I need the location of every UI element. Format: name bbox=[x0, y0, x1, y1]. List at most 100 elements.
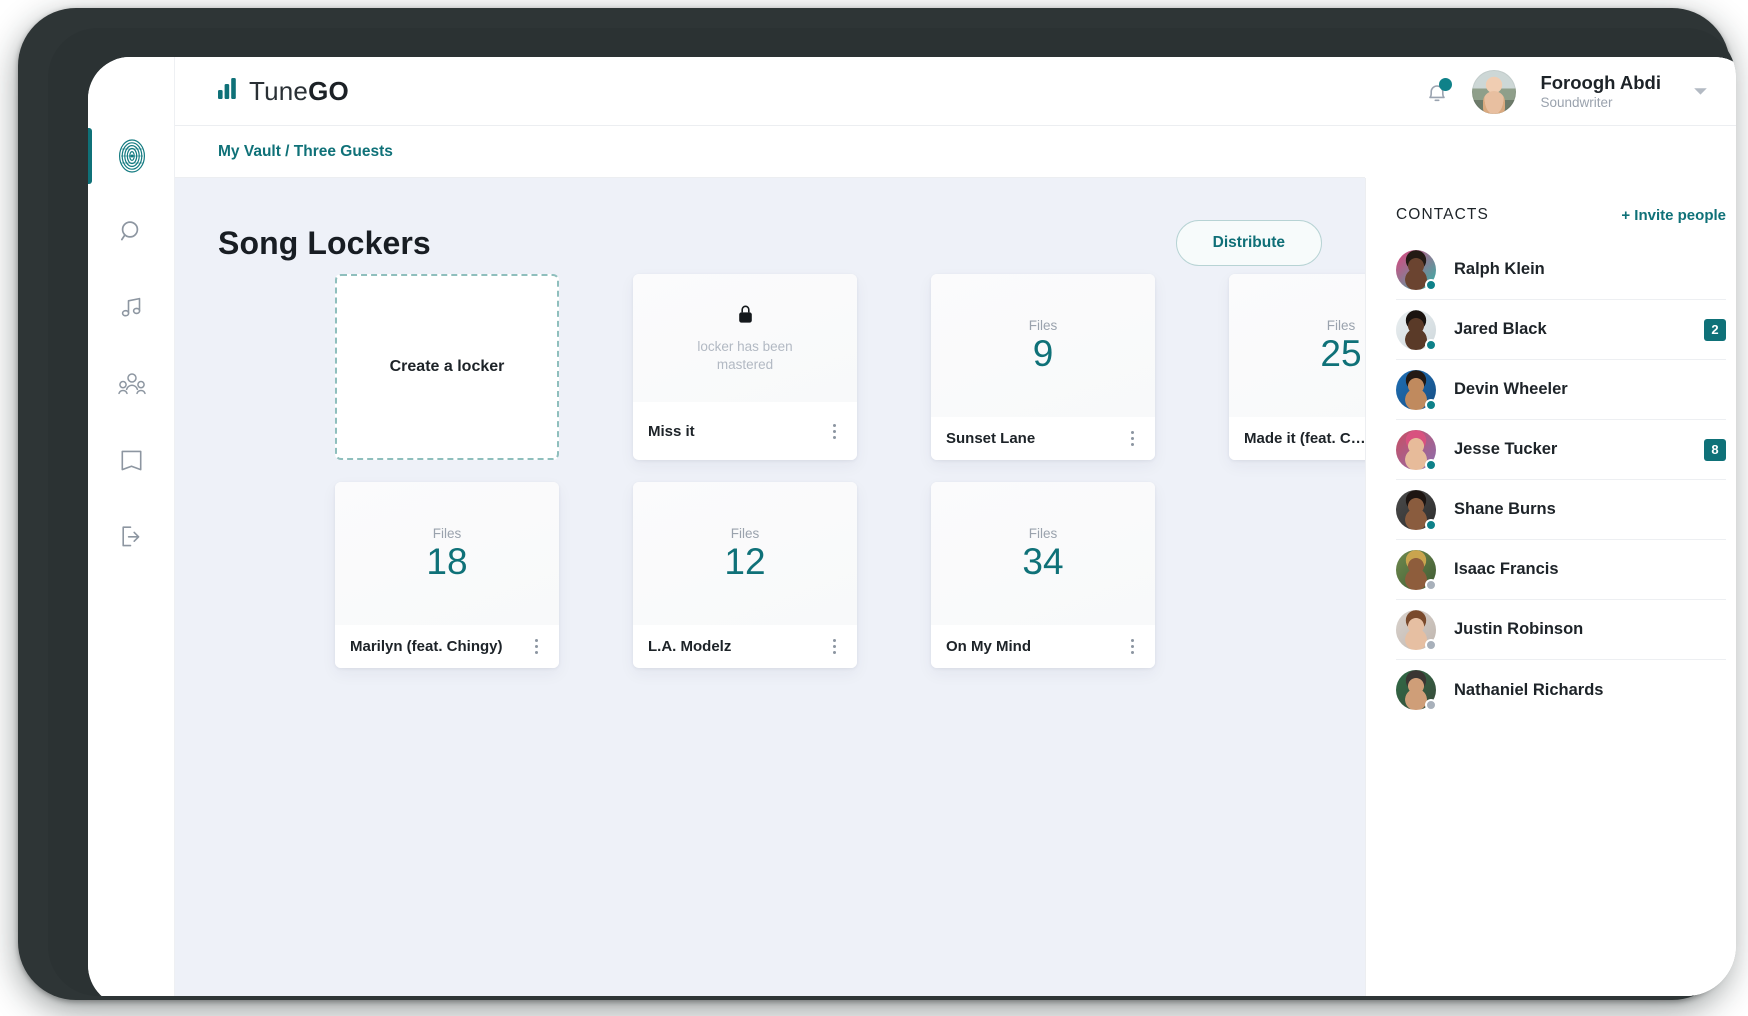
status-dot-online bbox=[1425, 279, 1437, 291]
locker-title: Miss it bbox=[648, 423, 695, 440]
app-screen: TuneGO Foroogh Abdi bbox=[88, 57, 1736, 996]
music-note-icon bbox=[119, 295, 145, 321]
contacts-list: Ralph KleinJared Black2Devin WheelerJess… bbox=[1396, 240, 1726, 720]
create-locker-card[interactable]: Create a locker bbox=[335, 274, 559, 460]
locker-menu-icon[interactable] bbox=[825, 420, 843, 442]
contact-row[interactable]: Isaac Francis bbox=[1396, 540, 1726, 600]
body-split: Song Lockers Distribute Create a locker bbox=[175, 178, 1736, 996]
brand-logo[interactable]: TuneGO bbox=[218, 76, 349, 107]
sidebar-active-indicator bbox=[88, 128, 92, 184]
create-locker-label: Create a locker bbox=[390, 358, 505, 376]
locker-menu-icon[interactable] bbox=[1123, 636, 1141, 658]
locker-card[interactable]: Files 34 On My Mind bbox=[931, 482, 1155, 668]
invite-people-link[interactable]: + Invite people bbox=[1621, 207, 1726, 224]
brand-name: TuneGO bbox=[249, 76, 349, 107]
avatar bbox=[1396, 250, 1436, 290]
files-count: 34 bbox=[1022, 543, 1063, 582]
user-info[interactable]: Foroogh Abdi Soundwriter bbox=[1540, 72, 1661, 111]
distribute-button[interactable]: Distribute bbox=[1176, 220, 1322, 266]
contact-name: Jesse Tucker bbox=[1454, 440, 1704, 459]
book-icon bbox=[119, 448, 144, 473]
locker-card-footer: On My Mind bbox=[931, 625, 1155, 668]
avatar bbox=[1396, 550, 1436, 590]
breadcrumb-bar: My Vault / Three Guests bbox=[175, 126, 1365, 178]
contact-name: Justin Robinson bbox=[1454, 620, 1726, 639]
locker-menu-icon[interactable] bbox=[1123, 428, 1141, 450]
avatar bbox=[1396, 370, 1436, 410]
avatar bbox=[1396, 430, 1436, 470]
locker-card-body: Files 12 bbox=[633, 482, 857, 625]
locker-status-text: locker has been mastered bbox=[680, 338, 810, 374]
notification-badge-dot bbox=[1439, 78, 1452, 91]
brand-name-light: Tune bbox=[249, 76, 308, 106]
fingerprint-icon bbox=[118, 139, 146, 173]
locker-title: On My Mind bbox=[946, 638, 1031, 655]
locker-card[interactable]: locker has been mastered Miss it bbox=[633, 274, 857, 460]
locker-menu-icon[interactable] bbox=[825, 636, 843, 658]
locker-card-body: Files 34 bbox=[931, 482, 1155, 625]
notification-bell-icon[interactable] bbox=[1424, 79, 1450, 105]
contact-row[interactable]: Ralph Klein bbox=[1396, 240, 1726, 300]
sidebar-item-people[interactable] bbox=[88, 356, 175, 412]
files-count: 18 bbox=[426, 543, 467, 582]
sidebar-item-search[interactable] bbox=[88, 204, 175, 260]
unread-count-badge: 8 bbox=[1704, 439, 1726, 461]
status-dot-offline bbox=[1425, 639, 1437, 651]
locker-card-body: Files 9 bbox=[931, 274, 1155, 417]
locker-title: Sunset Lane bbox=[946, 430, 1035, 447]
status-dot-online bbox=[1425, 459, 1437, 471]
locker-card[interactable]: Files 18 Marilyn (feat. Chingy) bbox=[335, 482, 559, 668]
locker-title: Made it (feat. C… bbox=[1244, 430, 1366, 447]
contact-row[interactable]: Jared Black2 bbox=[1396, 300, 1726, 360]
breadcrumb[interactable]: My Vault / Three Guests bbox=[218, 143, 393, 161]
locker-card-body: Files 18 bbox=[335, 482, 559, 625]
files-count: 9 bbox=[1033, 335, 1054, 374]
avatar bbox=[1396, 490, 1436, 530]
locker-card-body: locker has been mastered bbox=[633, 274, 857, 402]
contact-row[interactable]: Jesse Tucker8 bbox=[1396, 420, 1726, 480]
contact-row[interactable]: Devin Wheeler bbox=[1396, 360, 1726, 420]
contact-row[interactable]: Nathaniel Richards bbox=[1396, 660, 1726, 720]
device-frame: TuneGO Foroogh Abdi bbox=[18, 8, 1730, 1000]
locker-mastered-state: locker has been mastered bbox=[680, 303, 810, 374]
sidebar-nav bbox=[88, 57, 175, 996]
contact-row[interactable]: Shane Burns bbox=[1396, 480, 1726, 540]
files-label: Files bbox=[1029, 526, 1058, 541]
lock-icon bbox=[736, 303, 755, 330]
locker-card-footer: L.A. Modelz bbox=[633, 625, 857, 668]
status-dot-online bbox=[1425, 519, 1437, 531]
contacts-panel: CONTACTS + Invite people Ralph Klein Jare… bbox=[1365, 178, 1736, 996]
main-header: Song Lockers Distribute bbox=[218, 220, 1322, 266]
contact-row[interactable]: Justin Robinson bbox=[1396, 600, 1726, 660]
user-role: Soundwriter bbox=[1540, 95, 1661, 111]
app-container: TuneGO Foroogh Abdi bbox=[175, 57, 1736, 996]
sidebar-item-logout[interactable] bbox=[88, 508, 175, 564]
sidebar-item-music[interactable] bbox=[88, 280, 175, 336]
locker-card-footer: Miss it bbox=[633, 402, 857, 460]
contact-name: Shane Burns bbox=[1454, 500, 1726, 519]
contact-name: Isaac Francis bbox=[1454, 560, 1726, 579]
contact-name: Jared Black bbox=[1454, 320, 1704, 339]
sidebar-item-vault[interactable] bbox=[88, 128, 175, 184]
files-count: 25 bbox=[1320, 335, 1361, 374]
chevron-down-icon[interactable] bbox=[1693, 83, 1708, 101]
top-bar-right: Foroogh Abdi Soundwriter bbox=[1424, 57, 1708, 126]
avatar bbox=[1396, 610, 1436, 650]
locker-card[interactable]: Files 9 Sunset Lane bbox=[931, 274, 1155, 460]
files-label: Files bbox=[433, 526, 462, 541]
search-icon bbox=[119, 219, 145, 245]
page-title: Song Lockers bbox=[218, 225, 431, 262]
locker-card[interactable]: Files 12 L.A. Modelz bbox=[633, 482, 857, 668]
locker-menu-icon[interactable] bbox=[527, 636, 545, 658]
contacts-title: CONTACTS bbox=[1396, 206, 1489, 224]
user-name: Foroogh Abdi bbox=[1540, 72, 1661, 93]
locker-grid: Create a locker bbox=[335, 274, 1453, 668]
avatar[interactable] bbox=[1472, 70, 1516, 114]
status-dot-offline bbox=[1425, 579, 1437, 591]
contact-name: Ralph Klein bbox=[1454, 260, 1726, 279]
logout-icon bbox=[119, 524, 145, 549]
sidebar-item-library[interactable] bbox=[88, 432, 175, 488]
contact-name: Nathaniel Richards bbox=[1454, 681, 1726, 700]
files-label: Files bbox=[1327, 318, 1356, 333]
status-dot-online bbox=[1425, 339, 1437, 351]
